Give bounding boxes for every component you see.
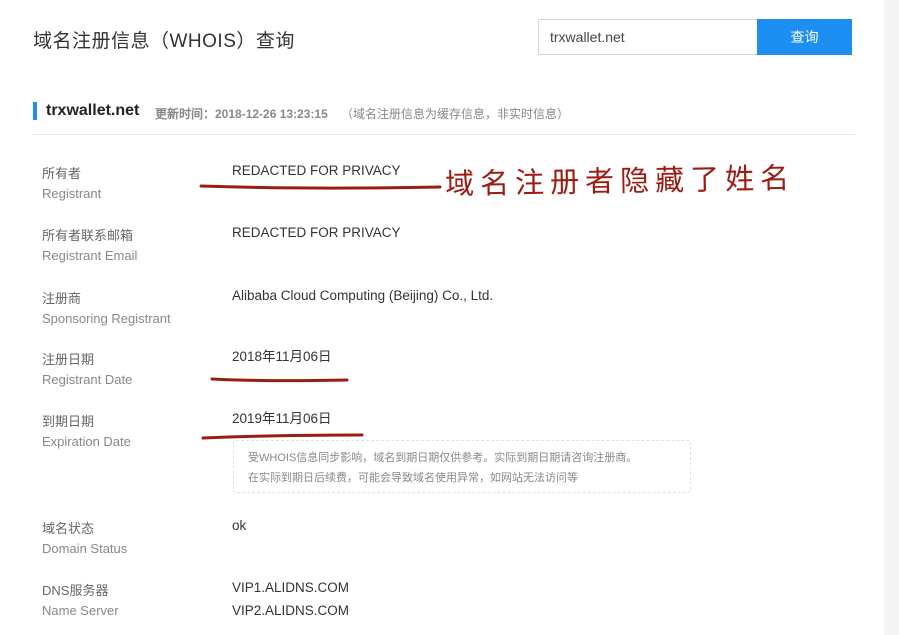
page-title: 域名注册信息（WHOIS）查询 [33, 31, 295, 52]
label-cn: 注册商 [42, 291, 82, 306]
registrar-value: Alibaba Cloud Computing (Beijing) Co., L… [232, 288, 494, 303]
expiration-date-value: 2019年11月06日 [232, 411, 332, 426]
label-en: Registrant Email [42, 248, 138, 263]
label-en: Name Server [42, 603, 119, 618]
label-en: Registrant Date [42, 372, 133, 387]
row-registrant-date: 注册日期 Registrant Date 2018年11月06日 [42, 349, 842, 399]
label-en: Registrant [42, 186, 102, 201]
label-en: Domain Status [42, 541, 128, 556]
label-cn: 所有者联系邮箱 [42, 228, 134, 243]
label-cn: 到期日期 [42, 414, 95, 429]
divider [33, 134, 855, 135]
cache-note: （域名注册信息为缓存信息，非实时信息） [341, 107, 570, 121]
domain-name-heading: trxwallet.net [46, 102, 140, 119]
name-server-value: VIP1.ALIDNS.COM VIP2.ALIDNS.COM [232, 576, 349, 622]
name-server-1: VIP1.ALIDNS.COM [232, 580, 350, 595]
label-en: Expiration Date [42, 434, 131, 449]
row-sponsoring-registrant: 注册商 Sponsoring Registrant Alibaba Cloud … [42, 288, 842, 338]
name-server-2: VIP2.ALIDNS.COM [232, 603, 350, 618]
search-button[interactable]: 查询 [757, 19, 852, 55]
registrant-date-value: 2018年11月06日 [232, 349, 332, 364]
label-cn: DNS服务器 [42, 583, 109, 598]
registrant-email-value: REDACTED FOR PRIVACY [232, 225, 401, 240]
label-cn: 所有者 [42, 166, 82, 181]
domain-status-value: ok [232, 518, 247, 533]
notice-line: 受WHOIS信息同步影响，域名到期日期仅供参考。实际到期日期请咨询注册商。 [248, 452, 638, 464]
whois-panel: 域名注册信息（WHOIS）查询 查询 trxwallet.net 更新时间：20… [0, 0, 884, 635]
label-en: Sponsoring Registrant [42, 311, 171, 326]
domain-search-input[interactable] [538, 19, 757, 55]
update-time: 更新时间：2018-12-26 13:23:15 [155, 107, 328, 121]
row-name-server: DNS服务器 Name Server VIP1.ALIDNS.COM VIP2.… [42, 580, 842, 630]
registrant-value: REDACTED FOR PRIVACY [232, 163, 401, 178]
row-registrant-email: 所有者联系邮箱 Registrant Email REDACTED FOR PR… [42, 225, 842, 275]
expiration-notice: 受WHOIS信息同步影响，域名到期日期仅供参考。实际到期日期请咨询注册商。 在实… [233, 440, 691, 493]
label-cn: 域名状态 [42, 521, 95, 536]
section-accent-bar [33, 102, 37, 120]
handwritten-annotation: 域名注册者隐藏了姓名 [444, 160, 796, 202]
notice-line: 在实际到期日后续费，可能会导致域名使用异常，如网站无法访问等 [248, 472, 578, 484]
label-cn: 注册日期 [42, 352, 95, 367]
row-domain-status: 域名状态 Domain Status ok [42, 518, 842, 568]
